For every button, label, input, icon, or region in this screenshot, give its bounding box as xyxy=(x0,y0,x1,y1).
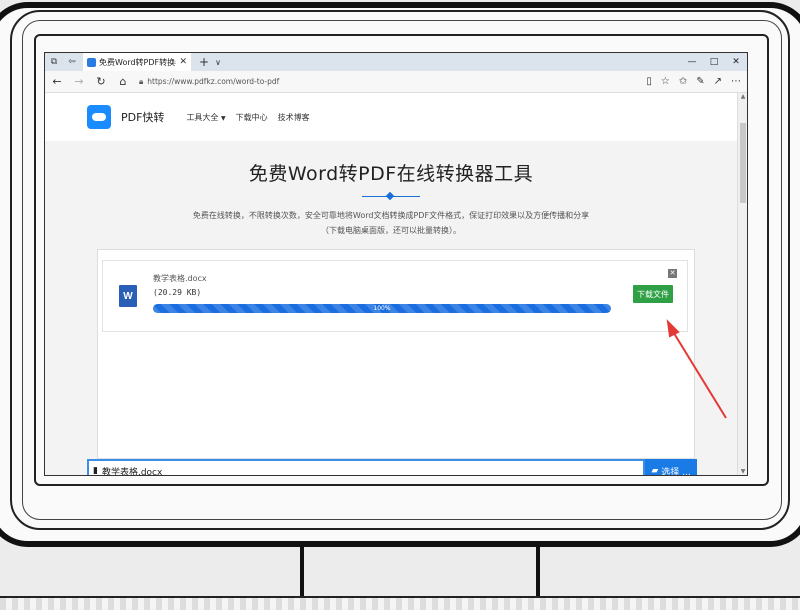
file-name: 教学表格.docx xyxy=(153,274,207,283)
tab-title: 免费Word转PDF转换器 xyxy=(99,57,177,67)
minimize-button[interactable]: — xyxy=(681,57,703,67)
favorites-list-icon[interactable]: ✩ xyxy=(679,76,687,87)
page-scrollbar[interactable]: ▲ ▼ xyxy=(737,93,747,475)
file-size: (20.29 KB) xyxy=(153,288,202,297)
toolbar-icons: ▯ ☆ ✩ ✎ ↗ ⋯ xyxy=(646,76,741,87)
nav-tools[interactable]: 工具大全 ▼ xyxy=(186,112,225,123)
site-logo-icon[interactable] xyxy=(87,105,111,129)
nav-tools-label: 工具大全 xyxy=(186,112,219,122)
site-favicon-icon xyxy=(87,57,96,67)
site-logo-text[interactable]: PDF快转 xyxy=(121,109,164,125)
forward-arrow-icon[interactable]: → xyxy=(73,75,85,88)
tab-bar: ⧉ ⇦ 免费Word转PDF转换器 ✕ + ∨ — □ ✕ xyxy=(45,53,747,71)
refresh-icon[interactable]: ↻ xyxy=(95,75,107,88)
tab-close-icon[interactable]: ✕ xyxy=(179,57,187,67)
download-file-button[interactable]: 下载文件 xyxy=(633,285,673,303)
tab-dropdown-icon[interactable]: ∨ xyxy=(211,58,225,67)
page-title: 免费Word转PDF在线转换器工具 xyxy=(248,163,534,185)
address-url: https://www.pdfkz.com/word-to-pdf xyxy=(147,77,280,86)
scroll-down-icon[interactable]: ▼ xyxy=(738,468,747,475)
hero-section: 免费Word转PDF在线转换器工具 免费在线转换，不限转换次数，安全可靠地将Wo… xyxy=(45,141,737,238)
file-card: W 教学表格.docx (20.29 KB) 100% ✕ 下载文件 xyxy=(102,260,688,332)
scroll-up-icon[interactable]: ▲ xyxy=(738,93,747,100)
back-arrow-icon[interactable]: ← xyxy=(51,75,63,88)
choose-file-button[interactable]: ▰ 选择 ... xyxy=(645,459,697,476)
reading-view-icon[interactable]: ▯ xyxy=(646,76,652,87)
address-bar-row: ← → ↻ ⌂ 🔒︎ https://www.pdfkz.com/word-to… xyxy=(45,71,747,93)
home-icon[interactable]: ⌂ xyxy=(117,75,129,88)
file-document-icon: ▮ xyxy=(93,466,98,476)
scrollbar-thumb[interactable] xyxy=(740,123,746,203)
desk-surface xyxy=(0,596,800,610)
caret-down-icon: ▼ xyxy=(220,114,226,122)
web-page: PDF快转 工具大全 ▼ 下载中心 技术博客 免费Word转PDF在线转换器工具… xyxy=(45,93,737,475)
file-input-row: ▮ 教学表格.docx ▰ 选择 ... xyxy=(87,459,697,476)
maximize-button[interactable]: □ xyxy=(703,57,725,67)
lock-icon: 🔒︎ xyxy=(139,76,144,86)
tab-actions-icon[interactable]: ⧉ xyxy=(45,53,63,71)
more-menu-icon[interactable]: ⋯ xyxy=(731,76,741,87)
file-path-value: 教学表格.docx xyxy=(101,467,163,476)
title-divider xyxy=(362,191,420,201)
folder-open-icon: ▰ xyxy=(651,466,659,476)
choose-file-label: 选择 ... xyxy=(661,467,691,476)
progress-bar: 100% xyxy=(153,304,611,313)
share-icon[interactable]: ↗ xyxy=(714,76,722,87)
browser-tab-active[interactable]: 免费Word转PDF转换器 ✕ xyxy=(83,53,191,71)
nav-tech-blog[interactable]: 技术博客 xyxy=(278,112,310,123)
favorite-star-icon[interactable]: ☆ xyxy=(661,76,670,87)
address-bar[interactable]: 🔒︎ https://www.pdfkz.com/word-to-pdf xyxy=(139,74,599,90)
page-description: 免费在线转换，不限转换次数，安全可靠地将Word文档转换成PDF文件格式，保证打… xyxy=(192,211,590,235)
word-file-icon: W xyxy=(119,285,137,307)
site-header: PDF快转 工具大全 ▼ 下载中心 技术博客 xyxy=(45,93,737,141)
remove-file-icon[interactable]: ✕ xyxy=(668,269,677,278)
upload-area: W 教学表格.docx (20.29 KB) 100% ✕ 下载文件 xyxy=(97,249,695,459)
close-window-button[interactable]: ✕ xyxy=(725,57,747,67)
notes-pen-icon[interactable]: ✎ xyxy=(696,76,704,87)
nav-download-center[interactable]: 下载中心 xyxy=(236,112,268,123)
window-controls: — □ ✕ xyxy=(681,57,747,67)
browser-window: ⧉ ⇦ 免费Word转PDF转换器 ✕ + ∨ — □ ✕ ← → ↻ ⌂ 🔒︎… xyxy=(44,52,748,476)
new-tab-icon[interactable]: + xyxy=(197,55,211,69)
tab-back-icon[interactable]: ⇦ xyxy=(63,53,81,71)
file-path-input[interactable]: ▮ 教学表格.docx xyxy=(87,459,645,476)
progress-label: 100% xyxy=(373,305,391,312)
